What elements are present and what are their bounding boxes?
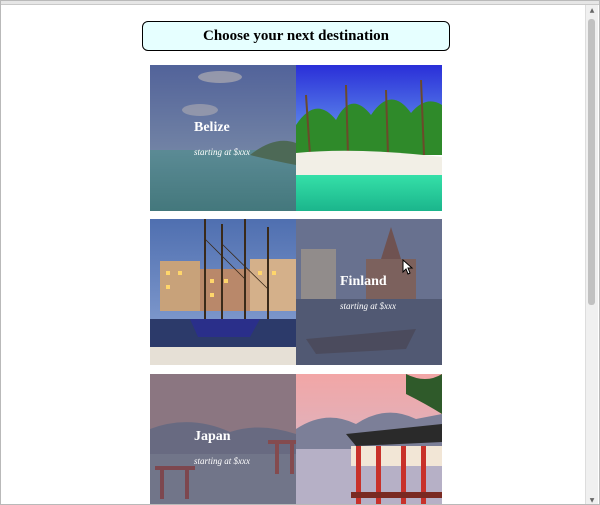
card-title-japan: Japan xyxy=(194,429,231,444)
belize-overlay xyxy=(150,65,296,211)
belize-photo-right xyxy=(296,65,442,211)
scrollbar-thumb[interactable] xyxy=(588,19,595,305)
destination-card-finland[interactable]: Finland starting at $xxx xyxy=(150,219,442,365)
scroll-down-icon[interactable]: ▼ xyxy=(586,495,598,504)
finland-photo-left xyxy=(150,219,296,365)
card-title-belize: Belize xyxy=(194,120,230,135)
scroll-up-icon[interactable]: ▲ xyxy=(586,5,598,15)
page-title: Choose your next destination xyxy=(203,27,389,44)
finland-overlay xyxy=(296,219,442,365)
top-border xyxy=(1,1,599,5)
japan-photo-right xyxy=(296,374,442,504)
card-title-finland: Finland xyxy=(340,274,387,289)
card-price-japan: starting at $xxx xyxy=(194,456,250,466)
vertical-scrollbar[interactable]: ▲ ▼ xyxy=(585,5,598,504)
mouse-pointer-icon xyxy=(402,258,414,275)
page-title-box: Choose your next destination xyxy=(142,21,450,51)
destination-card-japan[interactable]: Japan starting at $xxx xyxy=(150,374,442,504)
card-price-belize: starting at $xxx xyxy=(194,147,250,157)
card-price-finland: starting at $xxx xyxy=(340,301,396,311)
browser-viewport: Choose your next destination Belize star… xyxy=(0,0,600,505)
destination-card-belize[interactable]: Belize starting at $xxx xyxy=(150,65,442,211)
